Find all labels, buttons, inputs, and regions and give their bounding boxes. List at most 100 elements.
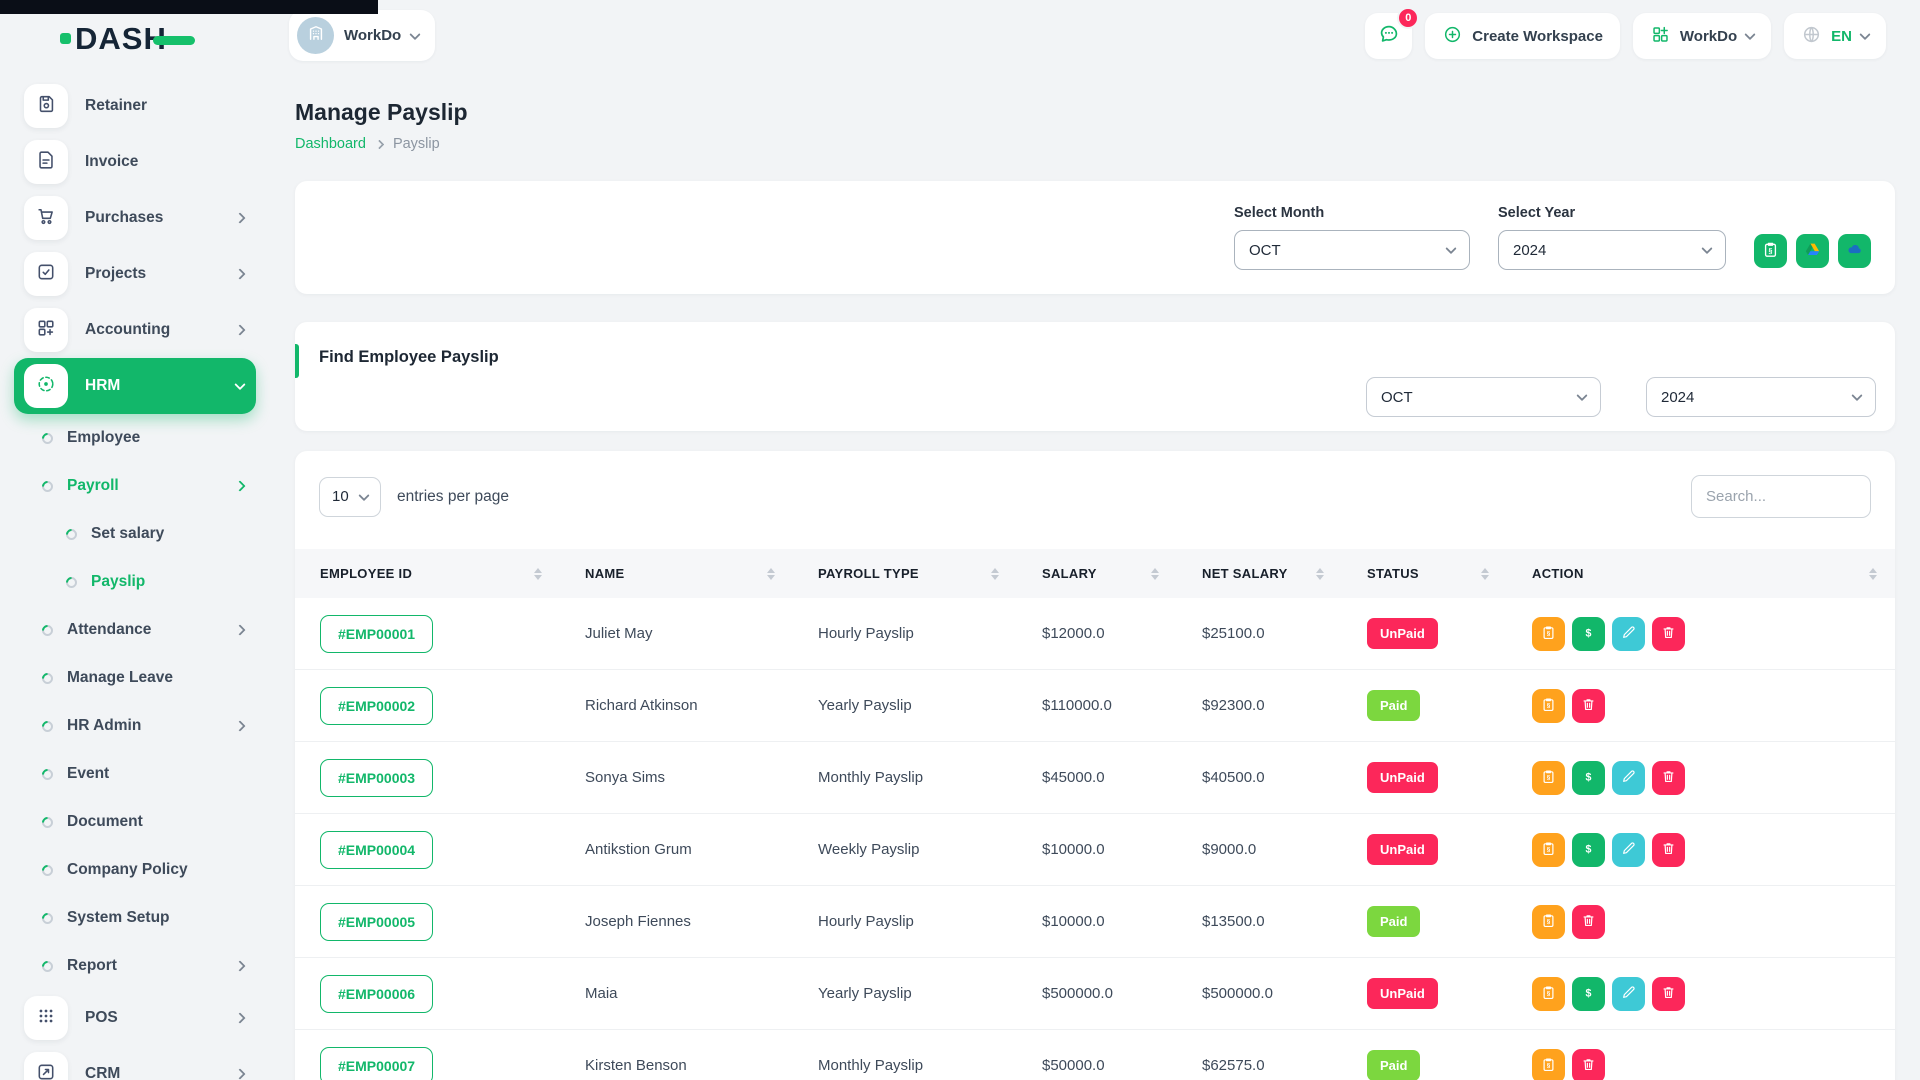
payroll-type-cell: Yearly Payslip	[793, 985, 1017, 1002]
sidebar-item-payroll[interactable]: Payroll	[14, 462, 256, 510]
sort-arrows-icon[interactable]	[1316, 568, 1324, 580]
sidebar-item-hrm[interactable]: HRM	[14, 358, 256, 414]
sidebar-item-set-salary[interactable]: Set salary	[14, 510, 256, 558]
hrm-icon	[35, 373, 57, 400]
sidebar-item-payslip[interactable]: Payslip	[14, 558, 256, 606]
sidebar-item-pos[interactable]: POS	[14, 990, 256, 1046]
employee-id-badge[interactable]: #EMP00006	[320, 975, 433, 1013]
trash-action-button[interactable]	[1652, 761, 1685, 795]
chevron-down-icon	[1576, 390, 1587, 401]
payslip-action-button[interactable]: §	[1532, 905, 1565, 939]
column-header-status[interactable]: STATUS	[1342, 566, 1507, 581]
sidebar-item-accounting[interactable]: Accounting	[14, 302, 256, 358]
sidebar-item-employee[interactable]: Employee	[14, 414, 256, 462]
sidebar-item-crm[interactable]: CRM	[14, 1046, 256, 1080]
edit-action-button[interactable]	[1612, 617, 1645, 651]
column-header-employee-id[interactable]: EMPLOYEE ID	[295, 566, 560, 581]
trash-action-button[interactable]	[1572, 1049, 1605, 1080]
sort-arrows-icon[interactable]	[1151, 568, 1159, 580]
sidebar-item-attendance[interactable]: Attendance	[14, 606, 256, 654]
sidebar-item-company-policy[interactable]: Company Policy	[14, 846, 256, 894]
edit-action-button[interactable]	[1612, 977, 1645, 1011]
sidebar-item-event[interactable]: Event	[14, 750, 256, 798]
sidebar-item-retainer[interactable]: Retainer	[14, 78, 256, 134]
year-select[interactable]: 2024	[1498, 230, 1726, 270]
google-drive-export-button[interactable]	[1796, 234, 1829, 268]
sort-arrows-icon[interactable]	[1869, 568, 1877, 580]
employee-id-badge[interactable]: #EMP00002	[320, 687, 433, 725]
employee-id-badge[interactable]: #EMP00005	[320, 903, 433, 941]
sidebar-item-hr-admin[interactable]: HR Admin	[14, 702, 256, 750]
column-header-name[interactable]: NAME	[560, 566, 793, 581]
sidebar-item-purchases[interactable]: Purchases	[14, 190, 256, 246]
trash-action-button[interactable]	[1652, 617, 1685, 651]
sidebar-item-document[interactable]: Document	[14, 798, 256, 846]
payslip-action-button[interactable]: §	[1532, 689, 1565, 723]
salary-cell: $12000.0	[1017, 625, 1177, 642]
payslip-action-button[interactable]: §	[1532, 761, 1565, 795]
sort-arrows-icon[interactable]	[534, 568, 542, 580]
salary-cell: $45000.0	[1017, 769, 1177, 786]
edit-action-button[interactable]	[1612, 833, 1645, 867]
sidebar-item-manage-leave[interactable]: Manage Leave	[14, 654, 256, 702]
employee-id-badge[interactable]: #EMP00003	[320, 759, 433, 797]
edit-action-button[interactable]	[1612, 761, 1645, 795]
payslip-action-button[interactable]: §	[1532, 833, 1565, 867]
bullet-donut-icon	[40, 478, 56, 494]
column-label: ACTION	[1532, 566, 1584, 581]
dollar-action-button[interactable]: $	[1572, 617, 1605, 651]
plus-circle-icon	[1442, 24, 1463, 49]
payslip-table-card: 10 entries per page EMPLOYEE ID NAME PAY…	[295, 451, 1895, 1080]
salary-cell: $500000.0	[1017, 985, 1177, 1002]
sort-arrows-icon[interactable]	[991, 568, 999, 580]
sidebar-item-projects[interactable]: Projects	[14, 246, 256, 302]
column-header-net-salary[interactable]: NET SALARY	[1177, 566, 1342, 581]
sidebar-item-report[interactable]: Report	[14, 942, 256, 990]
payroll-type-cell: Hourly Payslip	[793, 625, 1017, 642]
create-workspace-button[interactable]: Create Workspace	[1425, 13, 1620, 59]
sidebar-item-invoice[interactable]: Invoice	[14, 134, 256, 190]
payslip-filter-card: Select Month OCT Select Year 2024 §	[295, 181, 1895, 294]
app-logo[interactable]: DASH	[60, 20, 195, 56]
employee-id-badge[interactable]: #EMP00004	[320, 831, 433, 869]
sort-arrows-icon[interactable]	[767, 568, 775, 580]
select-month-label: Select Month	[1234, 205, 1470, 221]
sidebar-item-label: Company Policy	[67, 861, 244, 879]
chevron-right-icon	[234, 624, 245, 635]
column-header-payroll-type[interactable]: PAYROLL TYPE	[793, 566, 1017, 581]
sort-arrows-icon[interactable]	[1481, 568, 1489, 580]
search-input[interactable]	[1691, 475, 1871, 518]
payslip-action-button[interactable]: §	[1532, 617, 1565, 651]
employee-id-badge[interactable]: #EMP00001	[320, 615, 433, 653]
trash-action-button[interactable]	[1572, 689, 1605, 723]
messages-button[interactable]: 0	[1365, 13, 1412, 59]
payslip-action-button[interactable]: §	[1532, 977, 1565, 1011]
dollar-action-button[interactable]: $	[1572, 761, 1605, 795]
breadcrumb-dashboard-link[interactable]: Dashboard	[295, 136, 366, 152]
dollar-action-button[interactable]: $	[1572, 833, 1605, 867]
sidebar-item-system-setup[interactable]: System Setup	[14, 894, 256, 942]
column-header-salary[interactable]: SALARY	[1017, 566, 1177, 581]
employee-id-badge[interactable]: #EMP00007	[320, 1047, 433, 1080]
find-year-select[interactable]: 2024	[1646, 377, 1876, 417]
bullet-donut-icon	[40, 718, 56, 734]
entries-per-page-select[interactable]: 10	[319, 477, 381, 517]
find-month-select[interactable]: OCT	[1366, 377, 1601, 417]
chevron-right-icon	[234, 1068, 245, 1079]
language-selector[interactable]: EN	[1784, 13, 1886, 59]
column-label: NET SALARY	[1202, 566, 1288, 581]
trash-action-button[interactable]	[1652, 977, 1685, 1011]
dollar-action-button[interactable]: $	[1572, 977, 1605, 1011]
sidebar-item-label: System Setup	[67, 909, 244, 927]
column-header-action[interactable]: ACTION	[1507, 566, 1895, 581]
generate-payslip-button[interactable]: §	[1754, 234, 1787, 268]
sidebar-item-label: CRM	[85, 1065, 236, 1080]
onedrive-export-button[interactable]	[1838, 234, 1871, 268]
workspace-switcher[interactable]: WorkDo	[289, 10, 435, 61]
month-select[interactable]: OCT	[1234, 230, 1470, 270]
payslip-action-button[interactable]: §	[1532, 1049, 1565, 1080]
workdo-menu-button[interactable]: WorkDo	[1633, 13, 1771, 59]
chevron-down-icon	[1701, 243, 1712, 254]
trash-action-button[interactable]	[1572, 905, 1605, 939]
trash-action-button[interactable]	[1652, 833, 1685, 867]
